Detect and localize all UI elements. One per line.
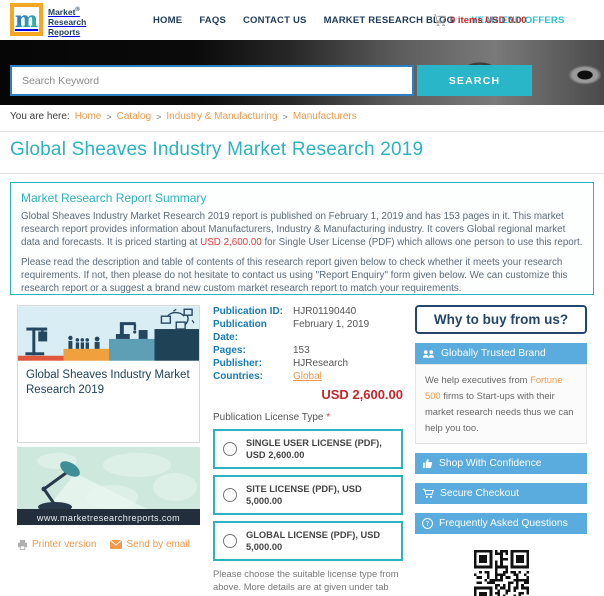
breadcrumb-prefix: You are here: [10, 111, 70, 122]
report-summary-box: Market Research Report Summary Global Sh… [10, 182, 594, 295]
nav-home[interactable]: HOME [153, 15, 182, 26]
cover-title: Global Sheaves Industry Market Research … [26, 369, 190, 396]
cart-icon [422, 488, 434, 498]
summary-price: USD 2,600.00 [200, 237, 262, 248]
summary-heading: Market Research Report Summary [21, 191, 207, 205]
breadcrumb-separator: > [282, 111, 288, 122]
detail-row-publication-date: Publication Date: February 1, 2019 [213, 319, 370, 343]
trusted-brand-body: We help executives from Fortune 500 firm… [415, 364, 587, 444]
brand-logo[interactable]: m Market® Research Reports [10, 3, 86, 37]
sidebar-bar-secure-checkout[interactable]: Secure Checkout [415, 483, 587, 504]
email-icon [110, 540, 123, 549]
search-button[interactable]: SEARCH [417, 65, 532, 96]
detail-row-pages: Pages: 153 [213, 345, 310, 356]
breadcrumb: You are here: Home > Catalog > Industry … [10, 111, 357, 122]
page-title: Global Sheaves Industry Market Research … [10, 139, 424, 160]
cart-icon [433, 14, 446, 26]
thumbs-up-icon [422, 458, 433, 469]
registered-mark: ® [75, 7, 80, 13]
brand-text: Market® Research Reports [48, 6, 87, 37]
printer-version-link[interactable]: Printer version [17, 539, 96, 550]
breadcrumb-separator: > [106, 111, 112, 122]
report-price: USD 2,600.00 [321, 387, 403, 402]
publication-details: Publication ID: HJR01190440 Publication D… [213, 305, 403, 596]
hero-photo: SEARCH [0, 40, 604, 105]
summary-paragraph-1: Global Sheaves Industry Market Research … [21, 211, 583, 248]
qr-code [473, 550, 529, 596]
logo-m-icon: m [10, 3, 43, 36]
breadcrumb-separator: > [156, 111, 162, 122]
report-actions: Printer version Send by email [17, 539, 200, 550]
countries-link[interactable]: Global [293, 370, 322, 383]
divider [0, 173, 604, 174]
breadcrumb-catalog[interactable]: Catalog [117, 111, 151, 122]
license-option-global[interactable]: GLOBAL LICENSE (PDF), USD 5,000.00 [213, 521, 403, 561]
sidebar-bar-shop-confidence[interactable]: Shop With Confidence [415, 453, 587, 474]
sidebar: Why to buy from us? Globally Trusted Bra… [415, 305, 587, 596]
top-bar: m Market® Research Reports HOME FAQS CON… [0, 0, 604, 40]
breadcrumb-home[interactable]: Home [75, 111, 102, 122]
cart-link[interactable]: 0 items USD 0.00 [433, 0, 527, 40]
summary-paragraph-2: Please read the description and table of… [21, 257, 568, 294]
divider [0, 131, 604, 132]
printer-icon [17, 539, 28, 550]
radio-global[interactable] [223, 534, 237, 548]
detail-row-publisher: Publisher: HJResearch [213, 358, 349, 369]
sidebar-bar-faq[interactable]: ? Frequently Asked Questions [415, 513, 587, 534]
report-cover: Global Sheaves Industry Market Research … [17, 305, 200, 443]
breadcrumb-industry[interactable]: Industry & Manufacturing [166, 111, 277, 122]
radio-site[interactable] [223, 488, 237, 502]
nav-contact-us[interactable]: CONTACT US [243, 15, 307, 26]
question-circle-icon: ? [422, 518, 433, 529]
detail-row-publication-id: Publication ID: HJR01190440 [213, 306, 357, 317]
radio-single-user[interactable] [223, 442, 237, 456]
site-url: www.marketresearchreports.com [36, 513, 181, 523]
license-option-site[interactable]: SITE LICENSE (PDF), USD 5,000.00 [213, 475, 403, 515]
send-by-email-link[interactable]: Send by email [110, 539, 190, 550]
nav-faqs[interactable]: FAQS [199, 15, 226, 26]
lamp-image: www.marketresearchreports.com [17, 447, 200, 525]
page: m Market® Research Reports HOME FAQS CON… [0, 0, 604, 596]
license-note: Please choose the suitable license type … [213, 568, 399, 596]
detail-row-countries: Countries: Global [213, 370, 322, 383]
left-column: Global Sheaves Industry Market Research … [17, 305, 200, 550]
users-icon [422, 349, 435, 358]
sidebar-bar-trusted-brand[interactable]: Globally Trusted Brand [415, 343, 587, 364]
license-type-label: Publication License Type * [213, 412, 331, 423]
required-asterisk: * [326, 412, 331, 423]
svg-text:?: ? [426, 520, 430, 528]
license-option-single-user[interactable]: SINGLE USER LICENSE (PDF), USD 2,600.00 [213, 429, 403, 469]
report-cover-art [18, 306, 199, 361]
why-buy-heading: Why to buy from us? [415, 305, 587, 334]
search-input[interactable] [10, 65, 414, 96]
breadcrumb-manufacturers[interactable]: Manufacturers [293, 111, 357, 122]
